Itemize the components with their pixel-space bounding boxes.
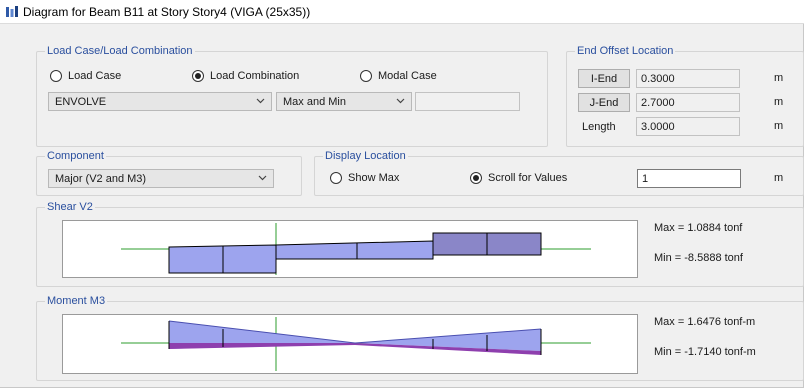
load-case-group-label: Load Case/Load Combination	[45, 45, 195, 57]
shear-diagram	[62, 220, 638, 278]
beam-diagram-window: Diagram for Beam B11 at Story Story4 (VI…	[0, 0, 804, 388]
envelope-type-dropdown-value: Max and Min	[283, 95, 346, 108]
radio-show-max[interactable]: Show Max	[330, 172, 399, 184]
end-offset-group-label: End Offset Location	[575, 45, 676, 57]
j-end-button-label: J-End	[589, 96, 619, 109]
chevron-down-icon	[258, 175, 267, 181]
i-end-unit: m	[774, 72, 784, 84]
radio-scroll-values-label: Scroll for Values	[488, 172, 568, 184]
moment-diagram	[62, 314, 638, 374]
extra-value-field[interactable]	[415, 92, 520, 111]
radio-show-max-label: Show Max	[348, 172, 400, 184]
i-end-button[interactable]: I-End	[578, 69, 630, 88]
radio-load-combination-dot[interactable]	[192, 70, 204, 82]
i-end-value: 0.3000	[641, 72, 675, 85]
display-location-group-label: Display Location	[323, 150, 408, 162]
shear-group-label: Shear V2	[45, 201, 95, 213]
combination-dropdown[interactable]: ENVOLVE	[48, 92, 272, 111]
moment-min-label: Min = -1.7140 tonf-m	[654, 346, 756, 358]
title-bar: Diagram for Beam B11 at Story Story4 (VI…	[0, 0, 804, 24]
length-value-field: 3.0000	[636, 117, 740, 136]
component-dropdown-value: Major (V2 and M3)	[55, 172, 147, 185]
shear-max-label: Max = 1.0884 tonf	[654, 222, 743, 234]
radio-load-combination[interactable]: Load Combination	[192, 70, 299, 82]
length-unit: m	[774, 120, 784, 132]
scroll-location-input[interactable]: 1	[637, 169, 741, 188]
envelope-type-dropdown[interactable]: Max and Min	[276, 92, 412, 111]
chevron-down-icon	[396, 98, 405, 104]
radio-show-max-dot[interactable]	[330, 172, 342, 184]
j-end-unit: m	[774, 96, 784, 108]
moment-diagram-svg	[121, 317, 591, 371]
etabs-app-icon	[6, 6, 18, 17]
j-end-value-field: 2.7000	[636, 93, 740, 112]
shear-positive-region	[275, 240, 434, 260]
j-end-button[interactable]: J-End	[578, 93, 630, 112]
moment-max-label: Max = 1.6476 tonf-m	[654, 316, 756, 328]
i-end-button-label: I-End	[590, 72, 618, 85]
i-end-value-field: 0.3000	[636, 69, 740, 88]
shear-diagram-svg	[121, 223, 591, 275]
scroll-location-value: 1	[642, 172, 649, 185]
window-title: Diagram for Beam B11 at Story Story4 (VI…	[23, 5, 311, 19]
moment-group-label: Moment M3	[45, 295, 108, 307]
component-dropdown[interactable]: Major (V2 and M3)	[48, 169, 274, 188]
radio-load-case-label: Load Case	[68, 70, 122, 82]
component-group-label: Component	[45, 150, 106, 162]
length-label: Length	[582, 121, 616, 133]
radio-modal-case[interactable]: Modal Case	[360, 70, 437, 82]
radio-scroll-values-dot[interactable]	[470, 172, 482, 184]
combination-dropdown-value: ENVOLVE	[55, 95, 107, 108]
radio-scroll-values[interactable]: Scroll for Values	[470, 172, 567, 184]
length-value: 3.0000	[641, 120, 675, 133]
radio-load-case-dot[interactable]	[50, 70, 62, 82]
radio-load-combination-label: Load Combination	[210, 70, 300, 82]
radio-modal-case-label: Modal Case	[378, 70, 437, 82]
radio-modal-case-dot[interactable]	[360, 70, 372, 82]
shear-min-label: Min = -8.5888 tonf	[654, 252, 743, 264]
chevron-down-icon	[256, 98, 265, 104]
scroll-location-unit: m	[774, 172, 784, 184]
radio-load-case[interactable]: Load Case	[50, 70, 121, 82]
j-end-value: 2.7000	[641, 96, 675, 109]
